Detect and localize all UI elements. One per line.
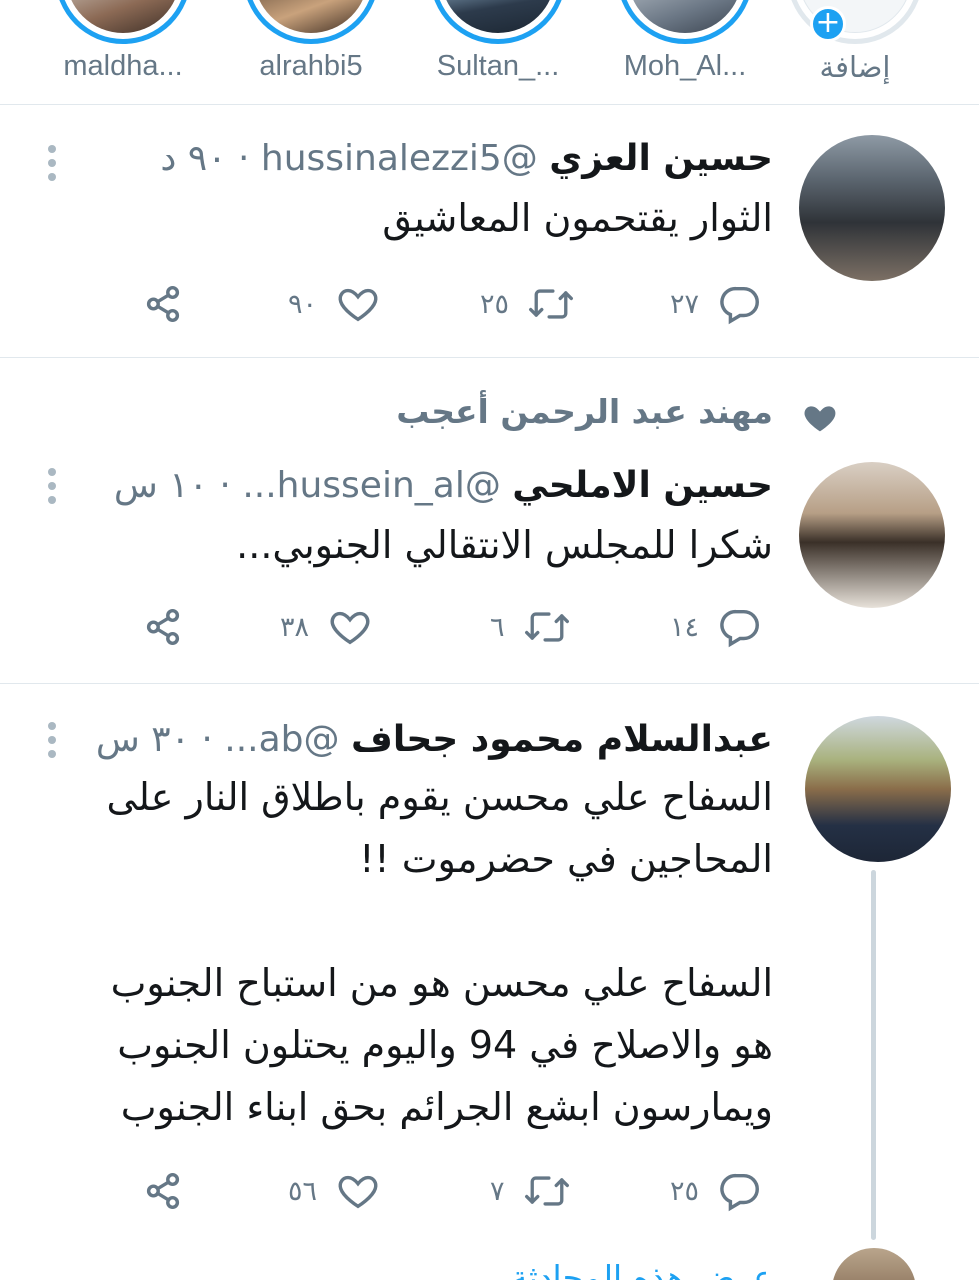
reply-count: ١٤ bbox=[670, 611, 700, 643]
like-count: ٥٦ bbox=[288, 1175, 318, 1207]
liked-heart-icon bbox=[800, 398, 840, 442]
tweet-text-line: المحاجين في حضرموت !! bbox=[359, 837, 773, 881]
tweet-text: الثوار يقتحمون المعاشيق bbox=[382, 187, 773, 249]
more-options-icon[interactable] bbox=[48, 722, 62, 764]
heart-icon bbox=[327, 604, 373, 650]
reply-icon bbox=[717, 1168, 763, 1214]
fleet-avatar bbox=[55, 0, 191, 44]
like-button[interactable]: ٩٠ bbox=[288, 279, 381, 329]
retweet-button[interactable]: ٢٥ bbox=[480, 279, 575, 329]
tweet[interactable]: عبدالسلام محمود جحاف @ab... · ٣٠ س السفا… bbox=[0, 684, 979, 1280]
tweet-text-line: ويمارسون ابشع الجرائم بحق ابناء الجنوب bbox=[120, 1085, 773, 1129]
reply-icon bbox=[717, 604, 763, 650]
retweet-button[interactable]: ٦ bbox=[490, 602, 571, 652]
tweet-time: · ١٠ س bbox=[113, 465, 231, 506]
reply-button[interactable]: ٢٥ bbox=[670, 1166, 763, 1216]
fleets-bar: إضافة + Moh_Al... Sultan_... alrahbi5 ma… bbox=[0, 0, 979, 105]
retweet-count: ٦ bbox=[490, 611, 505, 643]
reply-button[interactable]: ١٤ bbox=[670, 602, 763, 652]
tweet-header: حسين الاملحي @hussein_al... · ١٠ س bbox=[114, 462, 773, 510]
heart-icon bbox=[335, 1168, 381, 1214]
tweet-header: حسين العزي @hussinalezzi5 · ٩٠ د bbox=[160, 135, 773, 183]
reply-button[interactable]: ٢٧ bbox=[670, 279, 763, 329]
fleet-avatar bbox=[243, 0, 379, 44]
fleet-add[interactable]: إضافة bbox=[770, 0, 940, 100]
fleet-label: إضافة bbox=[819, 52, 891, 84]
like-count: ٩٠ bbox=[288, 288, 318, 320]
author-handle[interactable]: @hussein_al... bbox=[242, 465, 501, 506]
share-button[interactable] bbox=[140, 279, 186, 329]
author-handle[interactable]: @ab... bbox=[224, 719, 339, 760]
share-button[interactable] bbox=[140, 602, 186, 652]
tweet-text-line: الثوار يقتحمون المعاشيق bbox=[382, 196, 773, 240]
fleet-label: Sultan_... bbox=[436, 50, 560, 82]
share-icon bbox=[140, 281, 186, 327]
avatar[interactable] bbox=[799, 135, 945, 281]
add-fleet-plus-icon[interactable]: + bbox=[810, 6, 846, 42]
tweet-text: شكرا للمجلس الانتقالي الجنوبي... bbox=[236, 514, 773, 576]
tweet-actions: ٥٦ ٧ ٢٥ bbox=[140, 1166, 780, 1216]
fleet-label: Moh_Al... bbox=[623, 50, 747, 82]
fleet-label: maldha... bbox=[63, 50, 183, 82]
tweet-text-line bbox=[107, 890, 773, 952]
author-handle[interactable]: @hussinalezzi5 bbox=[261, 138, 538, 179]
fleet-item[interactable]: Moh_Al... bbox=[600, 0, 770, 100]
tweet[interactable]: حسين العزي @hussinalezzi5 · ٩٠ د الثوار … bbox=[0, 105, 979, 358]
fleet-label: alrahbi5 bbox=[259, 50, 363, 82]
heart-icon bbox=[335, 281, 381, 327]
tweet-text: السفاح علي محسن يقوم باطلاق النار على ال… bbox=[107, 766, 773, 1138]
fleet-item[interactable]: Sultan_... bbox=[413, 0, 583, 100]
tweet-time: · ٩٠ د bbox=[160, 138, 250, 179]
tweet-text-line: السفاح علي محسن يقوم باطلاق النار على bbox=[106, 775, 773, 819]
tweet-text-line: شكرا للمجلس الانتقالي الجنوبي... bbox=[236, 523, 773, 567]
retweet-count: ٧ bbox=[490, 1175, 505, 1207]
reply-count: ٢٧ bbox=[670, 288, 700, 320]
author-name[interactable]: حسين الاملحي bbox=[512, 465, 773, 506]
reply-count: ٢٥ bbox=[670, 1175, 700, 1207]
like-count: ٣٨ bbox=[280, 611, 310, 643]
like-button[interactable]: ٣٨ bbox=[280, 602, 373, 652]
more-options-icon[interactable] bbox=[48, 468, 62, 510]
share-icon bbox=[140, 1168, 186, 1214]
retweet-icon bbox=[523, 1168, 571, 1214]
retweet-button[interactable]: ٧ bbox=[490, 1166, 571, 1216]
share-button[interactable] bbox=[140, 1166, 186, 1216]
retweet-icon bbox=[523, 604, 571, 650]
author-name[interactable]: حسين العزي bbox=[549, 138, 773, 179]
retweet-count: ٢٥ bbox=[480, 288, 510, 320]
fleet-avatar bbox=[430, 0, 566, 44]
like-button[interactable]: ٥٦ bbox=[288, 1166, 381, 1216]
tweet[interactable]: مهند عبد الرحمن أعجب حسين الاملحي @husse… bbox=[0, 358, 979, 684]
share-icon bbox=[140, 604, 186, 650]
tweet-text-line: السفاح علي محسن هو من استباح الجنوب bbox=[110, 961, 773, 1005]
thread-connector bbox=[871, 870, 876, 1240]
author-name[interactable]: عبدالسلام محمود جحاف bbox=[351, 719, 773, 760]
fleet-item[interactable]: maldha... bbox=[38, 0, 208, 100]
tweet-header: عبدالسلام محمود جحاف @ab... · ٣٠ س bbox=[96, 716, 773, 764]
tweet-actions: ٣٨ ٦ ١٤ bbox=[140, 602, 780, 652]
social-context[interactable]: مهند عبد الرحمن أعجب bbox=[396, 392, 773, 431]
retweet-icon bbox=[527, 281, 575, 327]
avatar[interactable] bbox=[799, 462, 945, 608]
reply-icon bbox=[717, 281, 763, 327]
fleet-avatar bbox=[617, 0, 753, 44]
more-options-icon[interactable] bbox=[48, 145, 62, 187]
tweet-actions: ٩٠ ٢٥ ٢٧ bbox=[140, 279, 780, 329]
tweet-text-line: هو والاصلاح في 94 واليوم يحتلون الجنوب bbox=[117, 1023, 773, 1067]
fleet-avatar bbox=[787, 0, 923, 44]
tweet-time: · ٣٠ س bbox=[95, 719, 213, 760]
avatar[interactable] bbox=[805, 716, 951, 862]
fleet-item[interactable]: alrahbi5 bbox=[226, 0, 396, 100]
show-thread-link[interactable]: عرض هذه المحادثة bbox=[511, 1258, 773, 1280]
